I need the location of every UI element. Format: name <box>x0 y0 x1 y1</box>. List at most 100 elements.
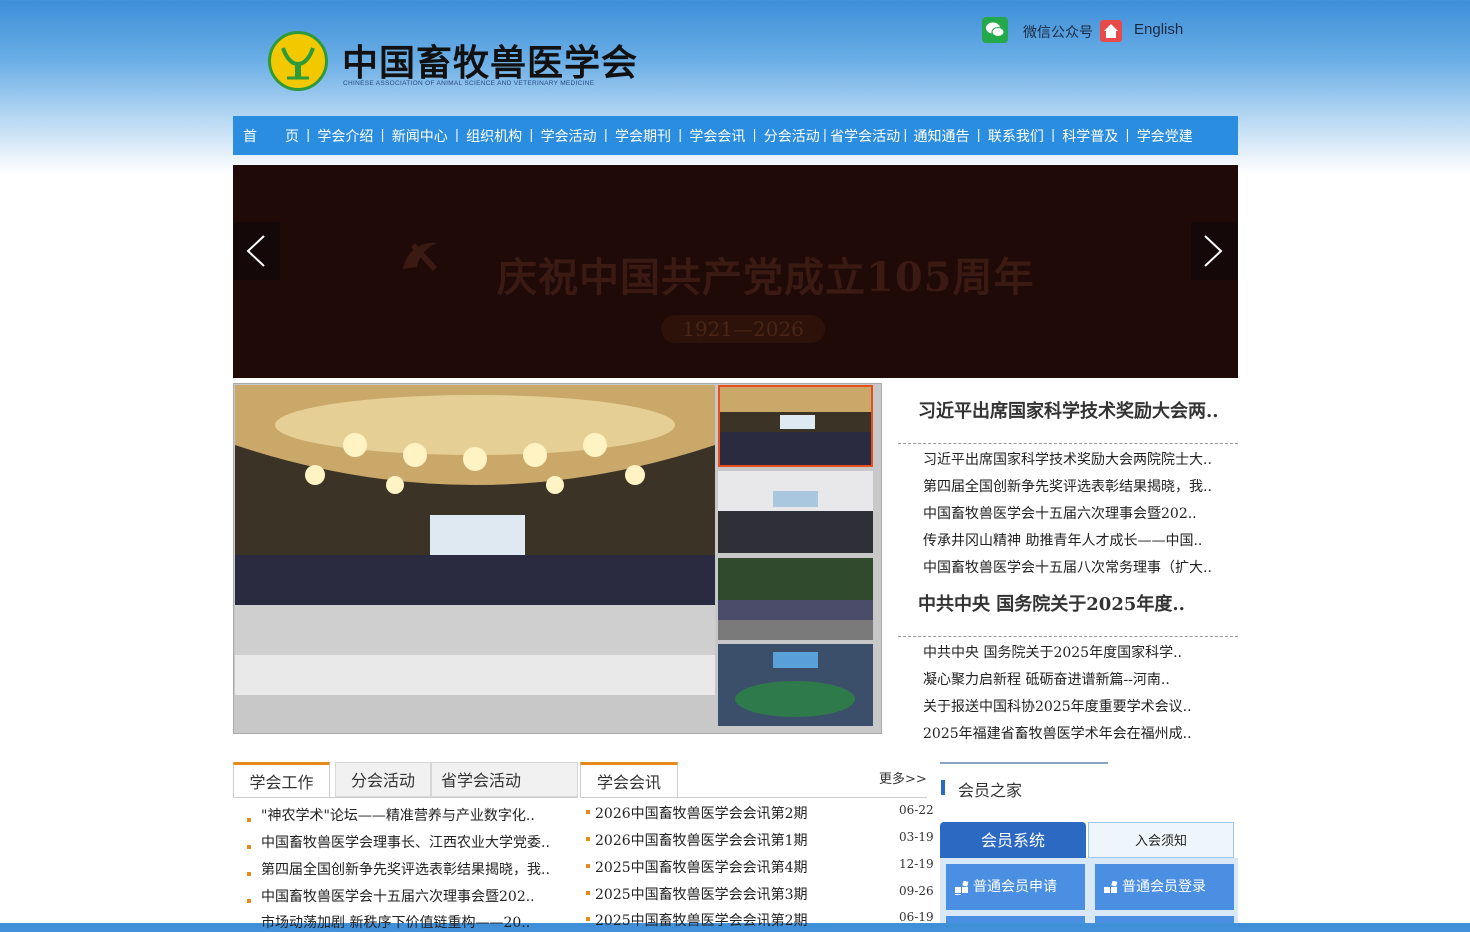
banner-next-button[interactable] <box>1191 222 1237 280</box>
nav-separator: | <box>603 128 608 143</box>
news-item[interactable]: 凝心聚力启新程 砥砺奋进谱新篇--河南.. <box>923 669 1170 689</box>
news-item[interactable]: 2025年福建省畜牧兽医学术年会在福州成.. <box>923 723 1192 743</box>
nav-item-provincial[interactable]: 省学会活动 <box>830 126 900 146</box>
member-button-partial[interactable] <box>946 916 1085 923</box>
nav-item-activities[interactable]: 学会活动 <box>541 126 597 146</box>
member-button-partial[interactable] <box>1095 916 1234 923</box>
nav-separator: | <box>1125 128 1130 143</box>
logo-emblem-graphic <box>281 47 315 80</box>
member-title: 会员之家 <box>958 781 1023 800</box>
member-login-button[interactable]: 普通会员登录 <box>1095 864 1234 910</box>
nav-item-home[interactable]: 首 页 <box>243 126 299 146</box>
list-item[interactable]: 第四届全国创新争先奖评选表彰结果揭晓，我.. <box>261 859 550 879</box>
list-bullet <box>586 917 590 921</box>
nav-separator: | <box>454 128 460 143</box>
newsletter-item[interactable]: 2025中国畜牧兽医学会会讯第4期 <box>595 857 808 877</box>
party-emblem-icon <box>403 242 437 271</box>
tab-branch-activities[interactable]: 分会活动 <box>335 762 431 797</box>
more-link[interactable]: 更多>> <box>879 768 927 787</box>
list-bullet <box>586 891 590 895</box>
tab-provincial-activities[interactable]: 省学会活动 <box>431 762 578 797</box>
member-apply-label: 普通会员申请 <box>973 879 1057 895</box>
nav-separator: | <box>752 128 757 143</box>
grid-icon <box>1104 881 1118 893</box>
member-apply-button[interactable]: 普通会员申请 <box>946 864 1085 910</box>
list-item[interactable]: 中国畜牧兽医学会十五届六次理事会暨202.. <box>261 886 535 906</box>
nav-item-organization[interactable]: 组织机构 <box>466 126 522 146</box>
news-item[interactable]: 关于报送中国科协2025年度重要学术会议.. <box>923 696 1192 716</box>
nav-item-journals[interactable]: 学会期刊 <box>615 126 671 146</box>
wechat-icon[interactable] <box>982 17 1008 43</box>
tab-member-system[interactable]: 会员系统 <box>940 822 1086 858</box>
list-bullet <box>586 837 590 841</box>
list-bullet <box>247 818 251 822</box>
news-headline[interactable]: 中共中央 国务院关于2025年度.. <box>918 590 1185 616</box>
list-bullet <box>247 872 251 876</box>
newsletter-date: 03-19 <box>899 830 934 844</box>
main-nav: 首 页 | 学会介绍 | 新闻中心 | 组织机构 | 学会活动 | 学会期刊 | 学会会讯 |… <box>233 116 1238 155</box>
banner-prev-button[interactable] <box>234 222 280 280</box>
member-topline <box>940 762 1108 764</box>
nav-separator: | <box>903 128 908 143</box>
news-item[interactable]: 第四届全国创新争先奖评选表彰结果揭晓，我.. <box>923 476 1212 496</box>
news-item[interactable]: 习近平出席国家科学技术奖励大会两院院士大.. <box>923 449 1212 469</box>
news-item[interactable]: 中国畜牧兽医学会十五届六次理事会暨202.. <box>923 503 1197 523</box>
nav-separator: | <box>976 128 981 143</box>
chevron-right-icon <box>1204 235 1223 267</box>
newsletter-date: 06-22 <box>899 803 934 817</box>
logo-emblem[interactable] <box>268 31 328 91</box>
grid-icon <box>955 881 969 895</box>
home-icon[interactable] <box>1100 20 1122 42</box>
list-bullet <box>586 864 590 868</box>
nav-separator: | <box>306 128 311 143</box>
tab-society-work[interactable]: 学会工作 <box>233 762 330 797</box>
newsletter-item[interactable]: 2026中国畜牧兽医学会会讯第1期 <box>595 830 808 850</box>
nav-separator: | <box>822 128 828 143</box>
divider <box>898 443 1238 444</box>
news-headline[interactable]: 习近平出席国家科学技术奖励大会两.. <box>918 397 1219 423</box>
nav-separator: | <box>1050 128 1056 143</box>
list-item[interactable]: 市场动荡加剧 新秩序下价值链重构——20.. <box>261 912 530 932</box>
logo-title-cn: 中国畜牧兽医学会 <box>342 42 639 84</box>
nav-item-contact[interactable]: 联系我们 <box>988 126 1044 146</box>
divider <box>898 636 1238 637</box>
gallery-main-photo[interactable] <box>235 385 715 695</box>
list-bullet <box>247 845 251 849</box>
list-item[interactable]: 中国畜牧兽医学会理事长、江西农业大学党委.. <box>261 832 550 852</box>
member-title-bar <box>941 780 945 795</box>
news-item[interactable]: 传承井冈山精神 助推青年人才成长——中国.. <box>923 530 1202 550</box>
tab-membership-notice[interactable]: 入会须知 <box>1088 822 1234 858</box>
list-item[interactable]: "神农学术"论坛——精准营养与产业数字化.. <box>261 805 535 825</box>
english-link[interactable]: English <box>1134 21 1183 38</box>
news-item[interactable]: 中国畜牧兽医学会十五届八次常务理事（扩大.. <box>923 557 1212 577</box>
gallery-thumb[interactable] <box>718 471 873 553</box>
chevron-left-icon <box>246 235 265 267</box>
nav-item-about[interactable]: 学会介绍 <box>317 126 373 146</box>
nav-item-newsletter[interactable]: 学会会讯 <box>689 126 745 146</box>
nav-item-notices[interactable]: 通知通告 <box>914 126 970 146</box>
newsletter-item[interactable]: 2026中国畜牧兽医学会会讯第2期 <box>595 803 808 823</box>
hero-banner[interactable]: 庆祝中国共产党成立105周年 1921—2026 <box>233 165 1238 378</box>
nav-separator: | <box>677 128 683 143</box>
nav-item-science[interactable]: 科学普及 <box>1062 126 1118 146</box>
wechat-link[interactable]: 微信公众号 <box>1023 22 1093 42</box>
newsletter-date: 06-19 <box>899 910 934 924</box>
gallery-thumb[interactable] <box>718 558 873 640</box>
list-bullet <box>586 810 590 814</box>
nav-item-news[interactable]: 新闻中心 <box>392 126 448 146</box>
banner-title: 庆祝中国共产党成立105周年 <box>497 254 1035 301</box>
member-login-label: 普通会员登录 <box>1122 879 1206 895</box>
gallery-thumb[interactable] <box>718 644 873 726</box>
banner-years: 1921—2026 <box>661 315 825 343</box>
news-item[interactable]: 中共中央 国务院关于2025年度国家科学.. <box>923 642 1182 662</box>
newsletter-date: 09-26 <box>899 884 934 898</box>
list-bullet <box>247 899 251 903</box>
newsletter-date: 12-19 <box>899 857 934 871</box>
gallery-thumb[interactable] <box>718 385 873 467</box>
nav-separator: | <box>529 128 534 143</box>
nav-item-branch[interactable]: 分会活动 <box>764 126 820 146</box>
newsletter-item[interactable]: 2025中国畜牧兽医学会会讯第2期 <box>595 910 808 930</box>
newsletter-item[interactable]: 2025中国畜牧兽医学会会讯第3期 <box>595 884 808 904</box>
nav-item-party[interactable]: 学会党建 <box>1137 126 1193 146</box>
tab-newsletter[interactable]: 学会会讯 <box>580 762 678 797</box>
